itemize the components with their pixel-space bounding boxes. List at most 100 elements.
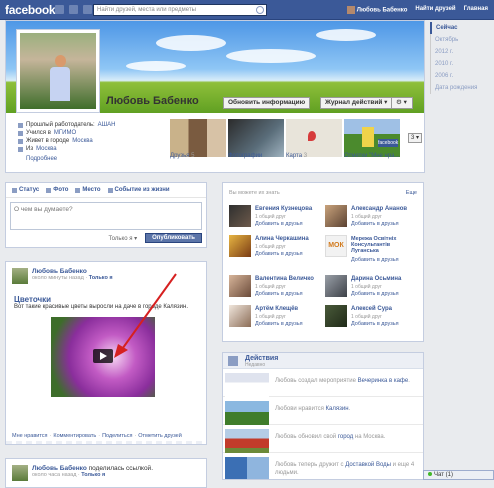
- status-input[interactable]: О чем вы думаете?: [10, 202, 202, 230]
- add-friend-button[interactable]: Добавить в друзья: [255, 251, 303, 257]
- avatar[interactable]: [229, 205, 251, 227]
- map-tile[interactable]: [286, 119, 342, 157]
- friends-tile[interactable]: [170, 119, 226, 157]
- tab-photo[interactable]: Фото: [46, 187, 68, 193]
- facebook-logo[interactable]: facebook: [5, 3, 56, 17]
- timeline-item[interactable]: 2006 г.: [430, 70, 494, 82]
- employer-link[interactable]: АШАН: [98, 121, 116, 129]
- home-icon: [18, 138, 23, 144]
- avatar[interactable]: [229, 235, 251, 257]
- tab-status[interactable]: Статус: [12, 187, 39, 193]
- likes-tile[interactable]: facebook: [344, 119, 400, 157]
- more-info-link[interactable]: Подробнее: [26, 156, 57, 162]
- add-friend-button[interactable]: Добавить в друзья: [255, 321, 303, 327]
- privacy-selector[interactable]: Только я ▾: [108, 235, 137, 242]
- activity-row: Любовь теперь дружит с Доставкой Воды и …: [223, 455, 423, 479]
- find-friends-link[interactable]: Найти друзей: [415, 6, 455, 14]
- cloud: [156, 35, 226, 51]
- add-friend-button[interactable]: Добавить в друзья: [255, 221, 303, 227]
- add-friend-button[interactable]: Добавить в друзья: [351, 257, 399, 263]
- tab-place[interactable]: Место: [75, 187, 101, 193]
- timeline-item[interactable]: Дата рождения: [430, 82, 494, 94]
- profile-tiles: facebook: [170, 119, 400, 157]
- add-friend-button[interactable]: Добавить в друзья: [351, 321, 399, 327]
- tag-friends-button[interactable]: Отметить друзей: [138, 433, 182, 439]
- person-figure: [48, 55, 72, 105]
- add-friend-button[interactable]: Добавить в друзья: [255, 291, 303, 297]
- update-info-button[interactable]: Обновить информацию: [223, 97, 311, 109]
- church-image: [362, 127, 374, 147]
- tab-life-event[interactable]: Событие из жизни: [107, 187, 170, 193]
- school-link[interactable]: МГИМО: [54, 129, 76, 137]
- user-name: Любовь Бабенко: [356, 7, 408, 14]
- suggestions-more-link[interactable]: Еще: [406, 190, 417, 196]
- profile-picture[interactable]: [16, 29, 100, 113]
- add-friend-button[interactable]: Добавить в друзья: [351, 291, 399, 297]
- photos-tile[interactable]: [228, 119, 284, 157]
- avatar[interactable]: [325, 305, 347, 327]
- recent-activity: Действия Недавно Любовь создал мероприят…: [222, 352, 424, 480]
- suggestion-item: Валентина Величко 1 общий друг Добавить …: [229, 275, 323, 301]
- notifications-icon[interactable]: [83, 5, 92, 14]
- tile-label-friends[interactable]: Друзья 5: [170, 153, 194, 159]
- city-link[interactable]: Москва: [72, 137, 92, 145]
- composer-footer: Только я ▾ Опубликовать: [108, 233, 202, 243]
- add-friend-button[interactable]: Добавить в друзья: [351, 221, 399, 227]
- avatar[interactable]: [325, 205, 347, 227]
- avatar[interactable]: [229, 305, 251, 327]
- friend-requests-icon[interactable]: [55, 5, 64, 14]
- calendar-icon[interactable]: [225, 373, 269, 397]
- activity-subtitle: Недавно: [245, 362, 266, 368]
- avatar[interactable]: [325, 275, 347, 297]
- activity-title[interactable]: Действия: [245, 355, 278, 362]
- search-input[interactable]: Найти друзей, места или предметы: [93, 4, 267, 16]
- messages-icon[interactable]: [69, 5, 78, 14]
- timeline-item[interactable]: 2010 г.: [430, 58, 494, 70]
- post-card: Любовь Бабенко поделилась ссылкой. около…: [5, 458, 207, 488]
- city-thumbnail[interactable]: [225, 429, 269, 453]
- activity-row: Любови нравится Калязин.: [223, 399, 423, 425]
- avatar[interactable]: [12, 268, 28, 284]
- tile-label-map[interactable]: Карта 3: [286, 153, 307, 159]
- top-nav: Любовь Бабенко Найти друзей Главная: [346, 6, 488, 14]
- hometown-link[interactable]: Москва: [36, 145, 56, 153]
- suggestion-item: Алексей Сура 1 общий друг Добавить в дру…: [325, 305, 419, 331]
- publish-button[interactable]: Опубликовать: [145, 233, 202, 243]
- tile-label-photos[interactable]: Фотографии: [228, 153, 262, 159]
- avatar[interactable]: [12, 465, 28, 481]
- suggestion-item: Александр Ананов 1 общий друг Добавить в…: [325, 205, 419, 231]
- avatar[interactable]: [229, 275, 251, 297]
- home-link[interactable]: Главная: [464, 6, 488, 14]
- friends-thumbnail[interactable]: [225, 457, 269, 479]
- timeline-item[interactable]: 2012 г.: [430, 46, 494, 58]
- activity-log-button[interactable]: Журнал действий ▾: [320, 97, 393, 109]
- post-title[interactable]: Цветочки: [14, 295, 51, 304]
- comment-button[interactable]: Комментировать: [53, 433, 96, 439]
- timeline-item[interactable]: Октябрь: [430, 34, 494, 46]
- chat-bar[interactable]: Чат (1): [423, 470, 494, 480]
- activity-row: Любовь создал мероприятие Вечеринка в ка…: [223, 371, 423, 397]
- suggestion-item: Артём Клещёв 1 общий друг Добавить в дру…: [229, 305, 323, 331]
- post-card: Любовь Бабенко около минуты назад · Толь…: [5, 261, 207, 445]
- timeline-item[interactable]: Сейчас: [430, 22, 494, 34]
- mok-logo[interactable]: МОК: [325, 235, 347, 257]
- place-icon: [75, 187, 81, 193]
- search-icon[interactable]: [256, 6, 264, 14]
- activity-row: Любовь обновил свой город на Москва.: [223, 427, 423, 453]
- post-author[interactable]: Любовь Бабенко поделилась ссылкой.: [32, 465, 153, 472]
- profile-info-card: Прошлый работодатель: АШАН Учился в МГИМ…: [5, 113, 425, 173]
- cloud: [226, 49, 316, 63]
- user-profile-link[interactable]: Любовь Бабенко: [346, 6, 408, 14]
- privacy-label[interactable]: Только я: [81, 472, 105, 478]
- settings-gear-icon[interactable]: ⚙ ▾: [391, 97, 413, 109]
- search-placeholder: Найти друзей, места или предметы: [97, 7, 196, 13]
- page-thumbnail[interactable]: [225, 401, 269, 425]
- post-header: Любовь Бабенко поделилась ссылкой. около…: [12, 465, 153, 481]
- timeline-nav: Сейчас Октябрь 2012 г. 2010 г. 2006 г. Д…: [430, 22, 494, 94]
- tile-label-likes[interactable]: Отметки "Мне нра...: [344, 153, 400, 159]
- share-button[interactable]: Поделиться: [102, 433, 132, 439]
- tiles-more-button[interactable]: 3 ▾: [408, 133, 422, 143]
- suggestion-item: МОК Мережа Освітніх Консультантів Луганс…: [325, 235, 419, 273]
- map-pin-icon: [308, 131, 316, 141]
- like-button[interactable]: Мне нравится: [12, 433, 48, 439]
